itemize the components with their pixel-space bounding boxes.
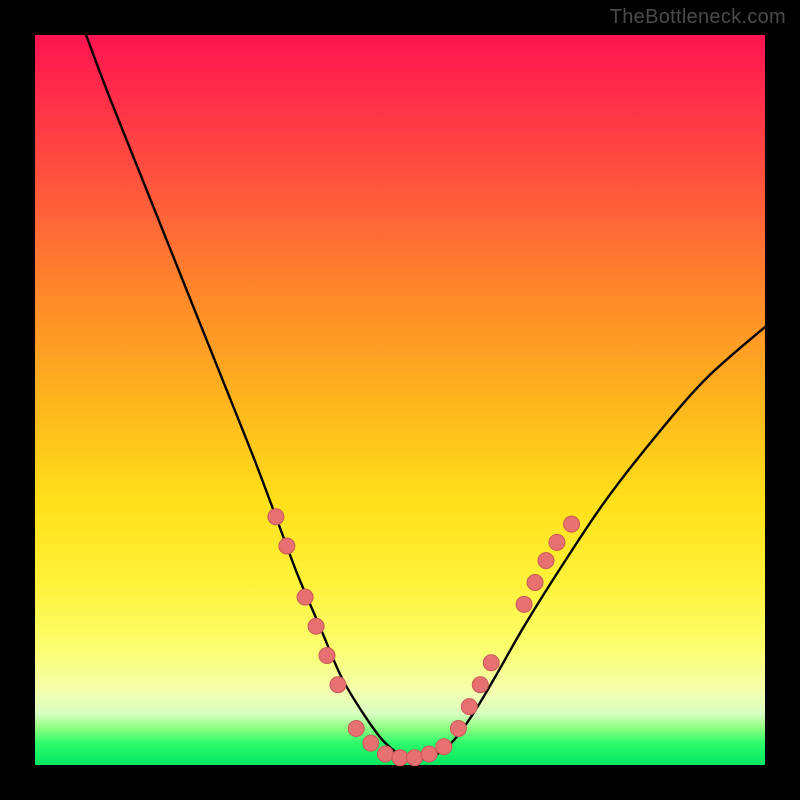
marker-right-gap-a	[516, 596, 532, 612]
plot-area	[35, 35, 765, 765]
marker-floor-f	[421, 746, 437, 762]
marker-right-up-d	[483, 655, 499, 671]
marker-floor-g	[436, 739, 452, 755]
marker-left-cluster-d	[319, 648, 335, 664]
marker-right-cluster-c	[549, 534, 565, 550]
marker-left-cluster-start	[268, 509, 284, 525]
marker-left-cluster-e	[330, 677, 346, 693]
marker-floor-a	[348, 721, 364, 737]
marker-left-cluster-c	[308, 618, 324, 634]
marker-left-cluster-b	[297, 589, 313, 605]
marker-floor-d	[392, 750, 408, 766]
marker-left-cluster-a	[279, 538, 295, 554]
curve-svg	[35, 35, 765, 765]
marker-floor-c	[377, 746, 393, 762]
marker-right-up-c	[472, 677, 488, 693]
data-markers	[268, 509, 580, 766]
marker-right-up-a	[450, 721, 466, 737]
bottleneck-curve	[86, 35, 765, 760]
marker-right-up-b	[461, 699, 477, 715]
marker-right-cluster-a	[527, 575, 543, 591]
marker-right-cluster-b	[538, 553, 554, 569]
marker-floor-e	[407, 750, 423, 766]
chart-frame: TheBottleneck.com	[0, 0, 800, 800]
watermark-text: TheBottleneck.com	[610, 6, 786, 29]
marker-right-cluster-top	[564, 516, 580, 532]
marker-floor-b	[363, 735, 379, 751]
